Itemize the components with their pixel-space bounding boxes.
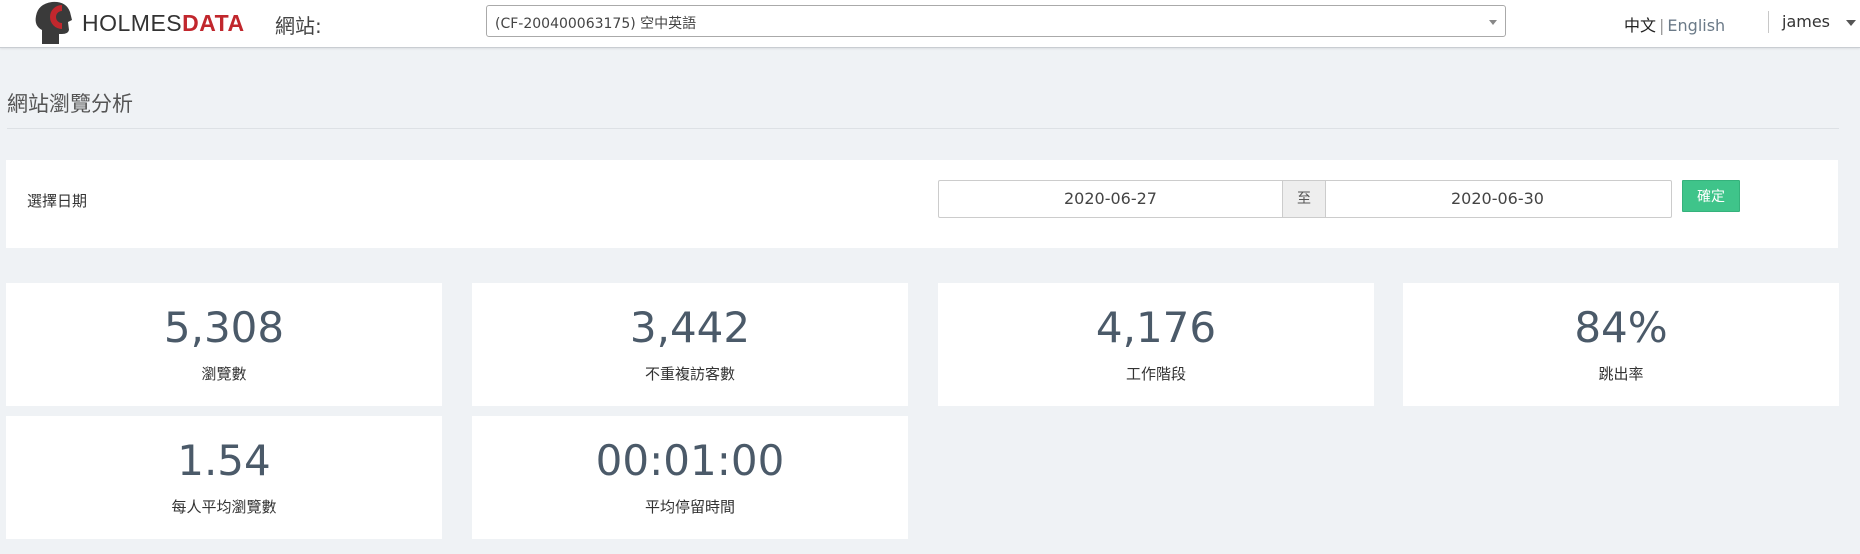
stat-label: 瀏覽數 [201, 365, 247, 383]
stat-card-avg-duration: 00:01:00 平均停留時間 [472, 416, 908, 539]
header-divider [1768, 11, 1769, 33]
site-select-value: (CF-200400063175) 空中英語 [495, 16, 697, 32]
stat-value: 1.54 [177, 436, 271, 485]
stat-label: 每人平均瀏覽數 [171, 498, 277, 516]
confirm-button[interactable]: 確定 [1682, 180, 1740, 212]
user-caret-icon[interactable] [1846, 20, 1856, 26]
user-menu[interactable]: james [1782, 12, 1830, 31]
end-date-input[interactable]: 2020-06-30 [1324, 181, 1671, 217]
language-switcher: 中文 | English [1624, 12, 1725, 36]
site-label: 網站: [275, 14, 322, 38]
logo-text: HOLMESDATA [82, 10, 245, 36]
brand-logo[interactable]: HOLMESDATA [32, 0, 244, 47]
stat-label: 跳出率 [1598, 365, 1644, 383]
stat-card-unique-visitors: 3,442 不重複訪客數 [472, 283, 908, 406]
start-date-input[interactable]: 2020-06-27 [939, 181, 1282, 217]
stat-label: 工作階段 [1125, 365, 1186, 383]
top-navbar: HOLMESDATA 網站: (CF-200400063175) 空中英語 中文… [0, 0, 1860, 48]
stat-value: 5,308 [163, 303, 285, 352]
stat-value: 3,442 [629, 303, 751, 352]
stat-value: 00:01:00 [595, 436, 785, 485]
stat-card-pages-per-visitor: 1.54 每人平均瀏覽數 [6, 416, 442, 539]
page-title: 網站瀏覽分析 [7, 92, 133, 116]
stat-card-sessions: 4,176 工作階段 [938, 283, 1374, 406]
date-filter-label: 選擇日期 [27, 192, 88, 210]
lang-separator: | [1659, 16, 1665, 35]
date-filter-panel: 選擇日期 2020-06-27 至 2020-06-30 確定 [6, 160, 1838, 248]
site-select[interactable]: (CF-200400063175) 空中英語 [486, 5, 1506, 37]
logo-head-icon [35, 1, 72, 44]
stat-card-bounce-rate: 84% 跳出率 [1403, 283, 1839, 406]
stat-value: 4,176 [1095, 303, 1217, 352]
chevron-down-icon [1489, 20, 1497, 25]
date-range-separator: 至 [1282, 181, 1326, 217]
stat-value: 84% [1574, 303, 1668, 352]
stat-card-pageviews: 5,308 瀏覽數 [6, 283, 442, 406]
lang-en-link[interactable]: English [1667, 16, 1725, 35]
date-range-group: 2020-06-27 至 2020-06-30 [938, 180, 1672, 218]
lang-zh-link[interactable]: 中文 [1624, 16, 1656, 35]
stat-label: 平均停留時間 [644, 498, 735, 516]
title-divider [7, 128, 1839, 129]
stat-label: 不重複訪客數 [644, 365, 735, 383]
